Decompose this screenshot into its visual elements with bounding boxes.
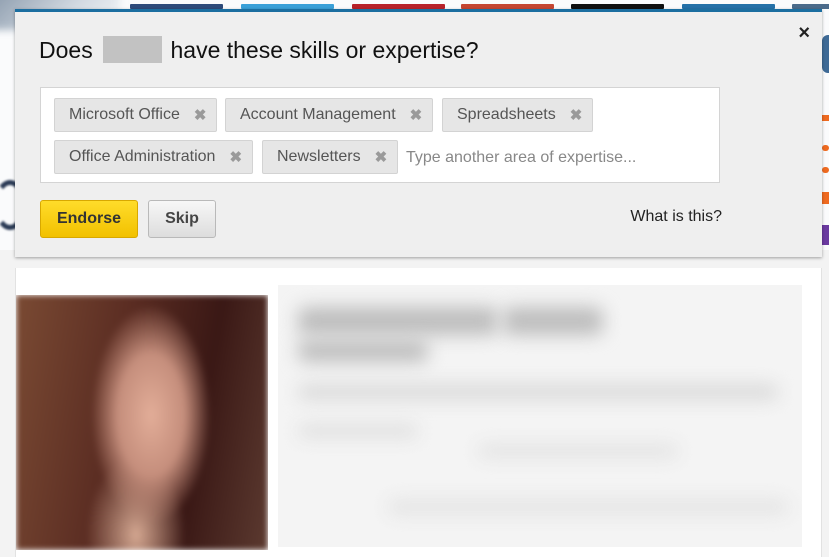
blurred-line <box>478 445 678 457</box>
blurred-title <box>503 307 603 335</box>
decor-orange-4 <box>822 192 829 204</box>
close-icon[interactable]: × <box>798 23 810 43</box>
remove-skill-icon[interactable]: ✖ <box>194 106 207 124</box>
decor-orange-1 <box>822 115 829 121</box>
decor-orange-3 <box>822 167 829 173</box>
decor-orange-2 <box>822 145 829 151</box>
skill-label: Newsletters <box>277 148 361 165</box>
remove-skill-icon[interactable]: ✖ <box>229 148 242 166</box>
modal-title: Does have these skills or expertise? <box>39 36 479 64</box>
endorse-skills-modal: Does have these skills or expertise? × M… <box>15 9 822 257</box>
profile-card <box>15 268 822 557</box>
skill-chip: Account Management ✖ <box>225 98 434 132</box>
remove-skill-icon[interactable]: ✖ <box>570 106 583 124</box>
remove-skill-icon[interactable]: ✖ <box>375 148 388 166</box>
redacted-name <box>103 36 163 63</box>
skills-input-box[interactable]: Microsoft Office ✖ Account Management ✖ … <box>40 87 720 183</box>
profile-photo-image <box>16 295 268 550</box>
skill-label: Office Administration <box>69 148 216 165</box>
title-prefix: Does <box>39 37 93 63</box>
what-is-this-link[interactable]: What is this? <box>630 208 722 226</box>
skill-chip: Microsoft Office ✖ <box>54 98 218 132</box>
profile-photo <box>16 295 268 550</box>
skill-chip: Newsletters ✖ <box>262 140 399 174</box>
blurred-line <box>298 425 418 437</box>
decor-blue <box>822 35 829 73</box>
skill-label: Spreadsheets <box>457 106 556 123</box>
skill-chip: Office Administration ✖ <box>54 140 254 174</box>
skill-label: Microsoft Office <box>69 106 180 123</box>
blurred-name <box>298 307 498 335</box>
skill-label: Account Management <box>240 106 396 123</box>
skip-button[interactable]: Skip <box>148 200 216 238</box>
blurred-line <box>298 385 778 399</box>
add-skill-input[interactable] <box>404 140 708 176</box>
profile-info-blurred <box>278 285 802 547</box>
remove-skill-icon[interactable]: ✖ <box>410 106 423 124</box>
blurred-line <box>388 500 788 514</box>
decor-purple <box>822 225 829 245</box>
endorse-button[interactable]: Endorse <box>40 200 138 238</box>
title-suffix: have these skills or expertise? <box>170 37 479 63</box>
blurred-subtitle <box>298 340 428 362</box>
skill-chip: Spreadsheets ✖ <box>442 98 594 132</box>
